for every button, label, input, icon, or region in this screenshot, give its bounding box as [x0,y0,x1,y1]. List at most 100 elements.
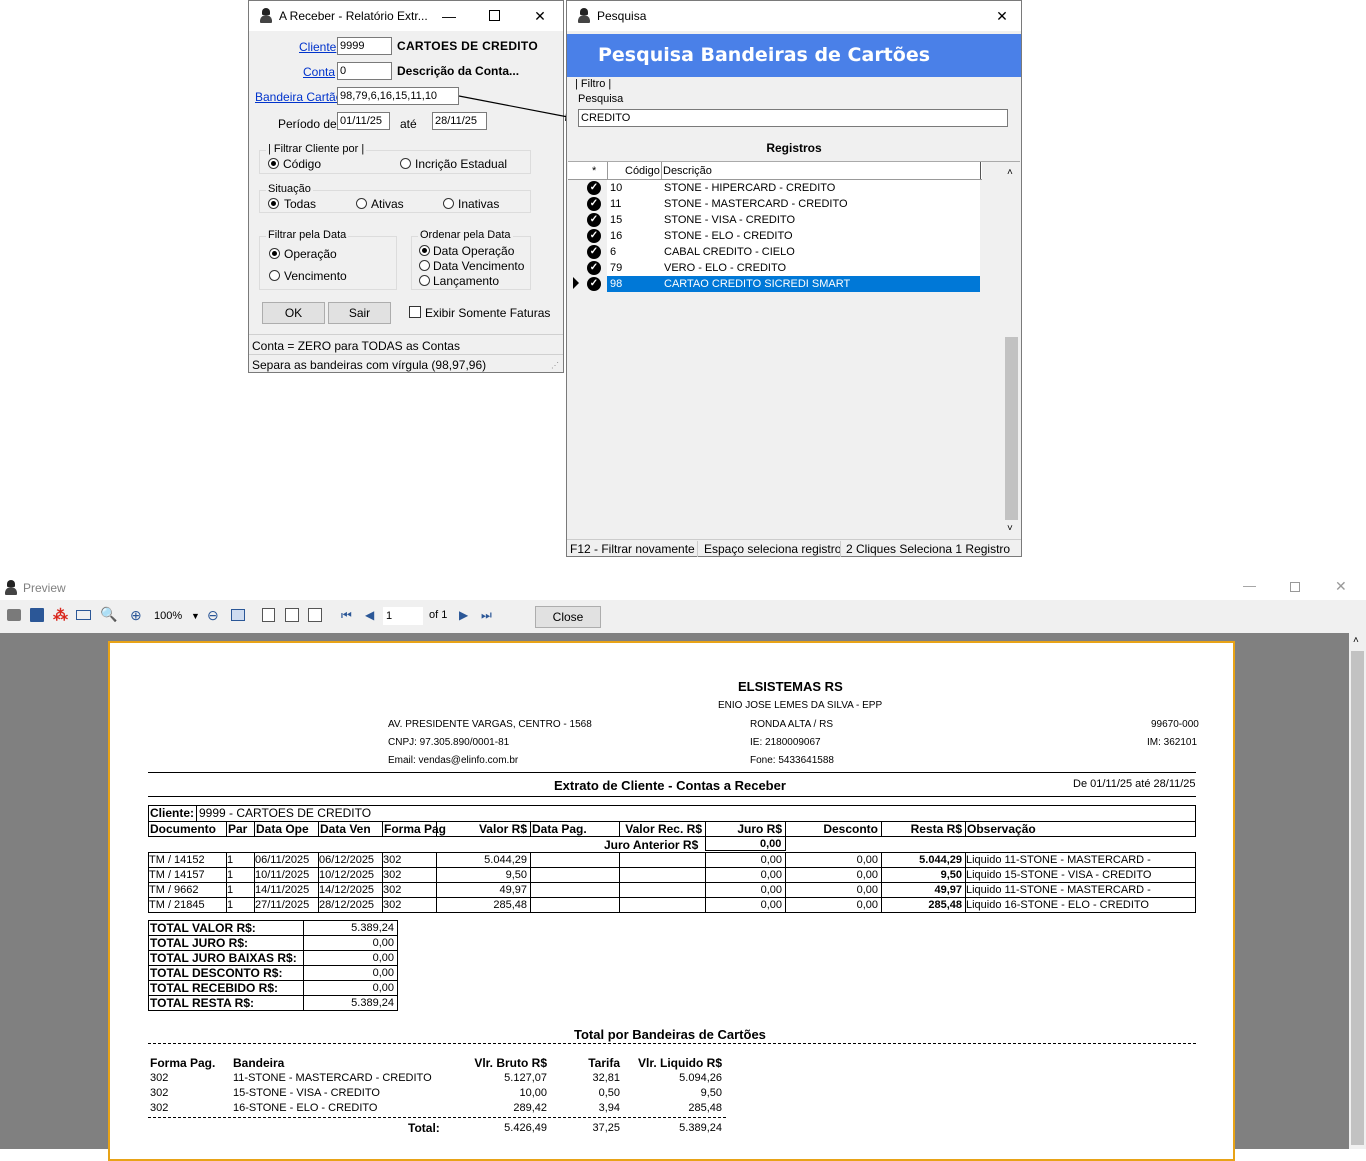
juro-anterior-label: Juro Anterior R$ [604,838,699,852]
check-circle-icon[interactable]: ✓ [587,261,601,275]
radio-data-vencimento[interactable] [419,260,430,271]
band-bandeira: 15-STONE - VISA - CREDITO [233,1087,380,1099]
grid-row[interactable]: ✓ 15 STONE - VISA - CREDITO [568,212,980,228]
cell-doc: TM / 9662 [149,884,199,896]
band-header: Tarifa [588,1056,620,1070]
cell-resta: 285,48 [928,899,962,911]
exibir-faturas-checkbox[interactable] [409,306,421,318]
check-circle-icon[interactable]: ✓ [587,197,601,211]
check-circle-icon[interactable]: ✓ [587,181,601,195]
radio-inscricao[interactable] [400,158,411,169]
total-label: TOTAL VALOR R$: [150,921,256,935]
situacao-caption: Situação [266,183,313,195]
grid-row[interactable]: ✓ 98 CARTAO CREDITO SICREDI SMART [568,276,980,292]
check-circle-icon[interactable]: ✓ [587,277,601,291]
column-divider [785,821,786,837]
grid-row[interactable]: ✓ 79 VERO - ELO - CREDITO [568,260,980,276]
radio-inativas[interactable] [443,198,454,209]
grid-descricao: STONE - MASTERCARD - CREDITO [661,196,980,212]
radio-ativas[interactable] [356,198,367,209]
prev-page-icon[interactable]: ◀ [365,608,374,622]
single-page-icon[interactable] [262,608,275,622]
scroll-up-icon[interactable]: ˄ [1007,167,1013,178]
scroll-thumb[interactable] [1351,651,1364,1145]
zoom-out-icon[interactable]: ⊖ [207,607,219,624]
save-icon[interactable] [30,608,44,622]
scroll-thumb[interactable] [1005,337,1018,520]
sair-button[interactable]: Sair [328,302,391,324]
col-codigo[interactable]: Código [625,165,660,177]
preview-close-button[interactable]: Close [535,606,601,628]
column-divider [705,821,706,837]
grid-row[interactable]: ✓ 6 CABAL CREDITO - CIELO [568,244,980,260]
grid-row[interactable]: ✓ 11 STONE - MASTERCARD - CREDITO [568,196,980,212]
radio-operacao[interactable] [269,248,280,259]
close-icon[interactable]: ✕ [1335,578,1347,595]
pesquisa-input[interactable]: CREDITO [578,109,1008,127]
column-header: Valor R$ [478,822,527,836]
status-2cliques: 2 Cliques Seleciona 1 Registro [846,542,1011,556]
radio-data-operacao[interactable] [419,245,430,256]
first-page-icon[interactable]: ⏮ [341,608,352,623]
periodo-ate-input[interactable]: 28/11/25 [432,112,487,130]
bandeiras-dash [148,1043,1196,1044]
periodo-de-input[interactable]: 01/11/25 [337,112,390,130]
zoom-select[interactable]: 100% ▼ [154,607,202,625]
preview-scrollbar[interactable]: ˄ [1349,633,1366,1149]
conta-link[interactable]: Conta [303,65,335,79]
radio-codigo[interactable] [268,158,279,169]
close-icon[interactable]: ✕ [518,1,562,31]
cliente-input[interactable]: 9999 [337,37,392,55]
next-page-icon[interactable]: ▶ [459,608,468,622]
scroll-down-icon[interactable]: ˅ [1007,523,1013,534]
bandeira-input[interactable]: 98,79,6,16,15,11,10 [337,87,459,105]
print-icon[interactable] [7,609,21,621]
zoom-in-icon[interactable]: ⊕ [130,607,142,624]
two-page-icon[interactable] [285,608,299,622]
maximize-icon[interactable] [472,1,516,31]
check-circle-icon[interactable]: ✓ [587,245,601,259]
ok-button[interactable]: OK [262,302,325,324]
status-espaco: Espaço seleciona registro [704,542,842,556]
total-value: 5.389,24 [351,997,394,1009]
radio-vencimento[interactable] [269,270,280,281]
resize-grip-icon[interactable]: ⋰ [551,361,559,370]
registros-grid[interactable]: * Código Descrição ✓ 10 STONE - HIPERCARD … [568,161,1020,538]
vertical-scrollbar[interactable]: ˄ ˅ [1003,162,1020,538]
conta-input[interactable]: 0 [337,62,392,80]
preview-titlebar[interactable]: Preview — ✕ [0,576,1366,600]
page-input[interactable]: 1 [383,607,423,625]
minimize-icon[interactable]: — [1243,578,1256,593]
check-circle-icon[interactable]: ✓ [587,229,601,243]
band-tarifa: 3,94 [598,1102,620,1114]
pesquisa-titlebar[interactable]: Pesquisa ✕ [567,1,1021,31]
email-icon[interactable] [76,610,91,620]
cliente-link[interactable]: Cliente [299,40,336,54]
scroll-up-icon[interactable]: ˄ [1353,635,1359,646]
grid-row[interactable]: ✓ 16 STONE - ELO - CREDITO [568,228,980,244]
check-circle-icon[interactable]: ✓ [587,213,601,227]
grid-row[interactable]: ✓ 10 STONE - HIPERCARD - CREDITO [568,180,980,196]
radio-lancamento[interactable] [419,275,430,286]
pdf-icon[interactable]: ⁂ [53,606,68,624]
receber-titlebar[interactable]: A Receber - Relatório Extr... — ✕ [249,1,563,31]
edit-icon[interactable] [308,608,322,622]
cell-doc: TM / 14157 [149,869,205,881]
col-descricao[interactable]: Descrição [663,165,712,177]
bandeira-link[interactable]: Bandeira Cartão [255,90,342,104]
total-value: 0,00 [372,937,394,949]
receber-window: A Receber - Relatório Extr... — ✕ Client… [248,0,564,373]
radio-todas[interactable] [268,198,279,209]
last-page-icon[interactable]: ⏭ [481,608,492,623]
find-icon[interactable]: 🔍 [100,606,117,623]
page-setup-icon[interactable] [231,609,245,621]
cell-doc: TM / 14152 [149,854,205,866]
minimize-icon[interactable]: — [427,1,471,31]
restore-icon[interactable] [1290,582,1300,592]
col-star: * [592,165,597,177]
report-cliente-label: Cliente: [150,806,195,820]
cell-par: 1 [227,854,234,866]
cell-obs: Liquido 15-STONE - VISA - CREDITO [966,869,1152,881]
close-icon[interactable]: ✕ [984,1,1020,31]
cell-forma: 302 [383,869,402,881]
